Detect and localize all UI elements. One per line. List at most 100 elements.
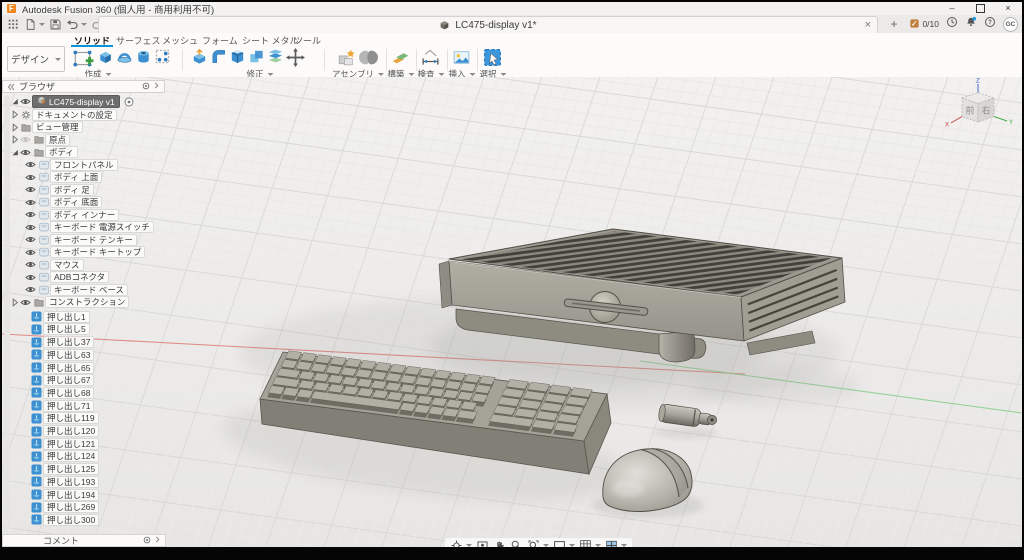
- collapse-panel-icon[interactable]: [3, 82, 19, 92]
- measure-icon[interactable]: [420, 47, 441, 68]
- file-icon[interactable]: [24, 18, 45, 31]
- press-pull-icon[interactable]: [190, 47, 209, 66]
- ribbon-tab-form[interactable]: フォーム: [202, 34, 238, 47]
- viewport-canvas[interactable]: 前 右 Z X Y ブラウザ LC475-display v1ドキュメントの設定…: [2, 77, 1022, 547]
- expander-open-icon[interactable]: [10, 97, 19, 106]
- display-settings-icon[interactable]: [553, 539, 575, 547]
- move-icon[interactable]: [285, 47, 306, 68]
- feature-label[interactable]: 押し出し269: [43, 501, 99, 513]
- feature-label[interactable]: 押し出し68: [43, 387, 94, 399]
- feature-label[interactable]: 押し出し300: [43, 514, 99, 526]
- create-sketch-icon[interactable]: [72, 47, 94, 69]
- browser-item-label[interactable]: キーボード 電源スイッチ: [50, 221, 154, 233]
- browser-item-label[interactable]: ADBコネクタ: [50, 271, 109, 283]
- expander-closed-icon[interactable]: [10, 123, 19, 132]
- comments-panel-header[interactable]: コメント: [2, 534, 166, 547]
- maximize-icon[interactable]: [966, 2, 994, 15]
- clock-icon[interactable]: [946, 15, 958, 33]
- feature-label[interactable]: 押し出し37: [43, 336, 94, 348]
- expander-open-icon[interactable]: [10, 148, 19, 157]
- fit-icon[interactable]: [527, 539, 549, 547]
- panel-expand-icon[interactable]: [153, 81, 160, 92]
- ribbon-tab-mesh[interactable]: メッシュ: [162, 34, 198, 47]
- panel-options-icon[interactable]: [142, 82, 150, 92]
- browser-item-label[interactable]: フロントパネル: [50, 159, 118, 171]
- expander-closed-icon[interactable]: [10, 298, 19, 307]
- new-tab-button[interactable]: +: [886, 17, 902, 31]
- visibility-eye-icon[interactable]: [24, 223, 37, 232]
- close-tab-icon[interactable]: ×: [865, 18, 871, 33]
- feature-label[interactable]: 押し出し124: [43, 450, 99, 462]
- visibility-eye-icon[interactable]: [24, 273, 37, 282]
- undo-icon[interactable]: [66, 18, 87, 31]
- activate-component-radio[interactable]: [122, 97, 136, 107]
- offset-face-icon[interactable]: [266, 47, 285, 66]
- expander-closed-icon[interactable]: [10, 110, 19, 119]
- ribbon-tab-surface[interactable]: サーフェス: [116, 34, 160, 47]
- comments-expand-icon[interactable]: [154, 535, 161, 546]
- browser-item-label[interactable]: ボディ インナー: [50, 209, 119, 221]
- construction-plane-icon[interactable]: [390, 47, 411, 68]
- browser-item-label[interactable]: ドキュメントの設定: [32, 109, 117, 121]
- visibility-eye-icon[interactable]: [24, 285, 37, 294]
- document-tab[interactable]: LC475-display v1* ×: [98, 16, 878, 33]
- browser-item-label[interactable]: コンストラクション: [45, 296, 129, 308]
- browser-item-label[interactable]: ボディ 底面: [50, 196, 102, 208]
- orbit-icon[interactable]: [450, 539, 472, 547]
- grid-settings-icon[interactable]: [579, 539, 601, 547]
- browser-item-label[interactable]: キーボード ベース: [50, 284, 128, 296]
- design-workspace-menu[interactable]: デザイン: [7, 46, 65, 72]
- browser-item-label[interactable]: ボディ 足: [50, 184, 94, 196]
- feature-label[interactable]: 押し出し120: [43, 425, 99, 437]
- feature-label[interactable]: 押し出し71: [43, 400, 94, 412]
- feature-label[interactable]: 押し出し5: [43, 323, 90, 335]
- browser-item-label[interactable]: ボディ: [45, 146, 78, 158]
- pattern-icon[interactable]: [153, 47, 172, 66]
- zoom-icon[interactable]: [510, 539, 523, 547]
- browser-item-label[interactable]: ボディ 上面: [50, 171, 102, 183]
- feature-label[interactable]: 押し出し1: [43, 311, 90, 323]
- visibility-eye-icon[interactable]: [24, 235, 37, 244]
- visibility-eye-icon[interactable]: [19, 135, 32, 144]
- visibility-eye-icon[interactable]: [24, 185, 37, 194]
- visibility-eye-icon[interactable]: [24, 248, 37, 257]
- shell-icon[interactable]: [228, 47, 247, 66]
- comments-options-icon[interactable]: [143, 536, 151, 546]
- feature-label[interactable]: 押し出し193: [43, 476, 99, 488]
- hole-icon[interactable]: [134, 47, 153, 66]
- feature-label[interactable]: 押し出し119: [43, 412, 99, 424]
- help-icon[interactable]: ?: [984, 15, 996, 33]
- visibility-eye-icon[interactable]: [19, 298, 32, 307]
- feature-label[interactable]: 押し出し63: [43, 349, 94, 361]
- browser-item-label[interactable]: キーボード キートップ: [50, 246, 145, 258]
- app-grid-icon[interactable]: [7, 18, 20, 31]
- visibility-eye-icon[interactable]: [24, 198, 37, 207]
- root-component-label[interactable]: LC475-display v1: [32, 95, 120, 108]
- avatar[interactable]: GC: [1003, 17, 1018, 32]
- insert-image-icon[interactable]: [451, 47, 472, 68]
- revolve-icon[interactable]: [115, 47, 134, 66]
- browser-item-label[interactable]: マウス: [50, 259, 84, 271]
- new-component-icon[interactable]: [336, 47, 357, 68]
- feature-label[interactable]: 押し出し65: [43, 362, 94, 374]
- extrude-icon[interactable]: [96, 47, 115, 66]
- viewports-icon[interactable]: [605, 539, 627, 547]
- notifications-icon[interactable]: [965, 15, 977, 33]
- visibility-eye-icon[interactable]: [19, 148, 32, 157]
- ribbon-tab-tools[interactable]: ツール: [294, 34, 321, 47]
- look-at-icon[interactable]: [476, 539, 489, 547]
- visibility-eye-icon[interactable]: [19, 97, 32, 106]
- joint-icon[interactable]: [358, 47, 379, 68]
- visibility-eye-icon[interactable]: [24, 160, 37, 169]
- browser-item-label[interactable]: キーボード テンキー: [50, 234, 137, 246]
- visibility-eye-icon[interactable]: [24, 173, 37, 182]
- expander-closed-icon[interactable]: [10, 135, 19, 144]
- browser-item-label[interactable]: 原点: [45, 134, 70, 146]
- ribbon-tab-sheet-metal[interactable]: シート メタル: [242, 34, 299, 47]
- close-icon[interactable]: ×: [994, 2, 1022, 15]
- pan-icon[interactable]: [493, 539, 506, 547]
- select-icon[interactable]: [482, 47, 503, 68]
- job-status-badge[interactable]: 0/10: [909, 18, 939, 31]
- fillet-icon[interactable]: [209, 47, 228, 66]
- 3d-viewport[interactable]: 前 右 Z X Y: [2, 77, 1022, 547]
